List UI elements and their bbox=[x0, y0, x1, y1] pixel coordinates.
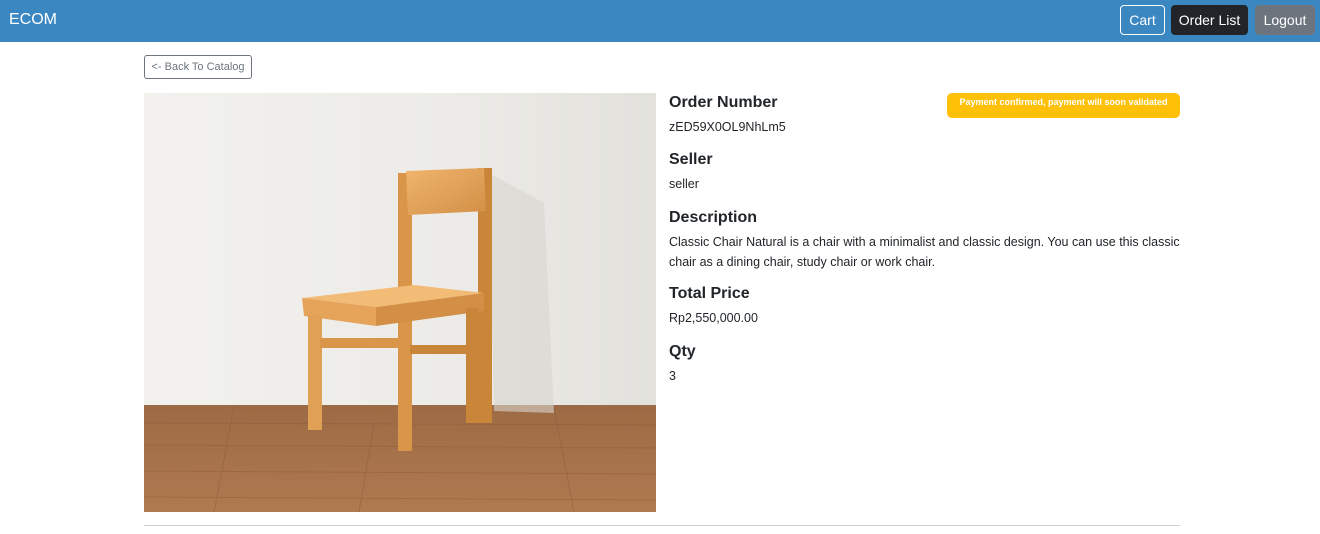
seller-section: Seller seller bbox=[669, 150, 1180, 194]
total-price-title: Total Price bbox=[669, 285, 750, 302]
description-title: Description bbox=[669, 209, 758, 226]
order-number-value: zED59X0OL9NhLm5 bbox=[669, 120, 786, 134]
order-number-title: Order Number bbox=[669, 94, 778, 111]
qty-title: Qty bbox=[669, 343, 696, 360]
description-section: Description Classic Chair Natural is a c… bbox=[669, 208, 1180, 272]
description-value: Classic Chair Natural is a chair with a … bbox=[669, 235, 1180, 269]
content-divider bbox=[144, 525, 1180, 526]
cart-button[interactable]: Cart bbox=[1120, 5, 1165, 35]
product-image bbox=[144, 93, 656, 512]
back-to-catalog-button[interactable]: <- Back To Catalog bbox=[144, 55, 252, 79]
order-number-section: Order Number zED59X0OL9NhLm5 bbox=[669, 93, 1180, 137]
top-navbar: ECOM Cart Order List Logout bbox=[0, 0, 1320, 42]
brand-logo[interactable]: ECOM bbox=[9, 10, 57, 30]
total-price-section: Total Price Rp2,550,000.00 bbox=[669, 284, 1180, 328]
seller-title: Seller bbox=[669, 151, 713, 168]
order-list-button[interactable]: Order List bbox=[1171, 5, 1248, 35]
qty-value: 3 bbox=[669, 369, 676, 383]
qty-section: Qty 3 bbox=[669, 342, 1180, 386]
logout-button[interactable]: Logout bbox=[1255, 5, 1315, 35]
total-price-value: Rp2,550,000.00 bbox=[669, 311, 758, 325]
seller-value: seller bbox=[669, 177, 699, 191]
chair-photo bbox=[144, 93, 656, 512]
